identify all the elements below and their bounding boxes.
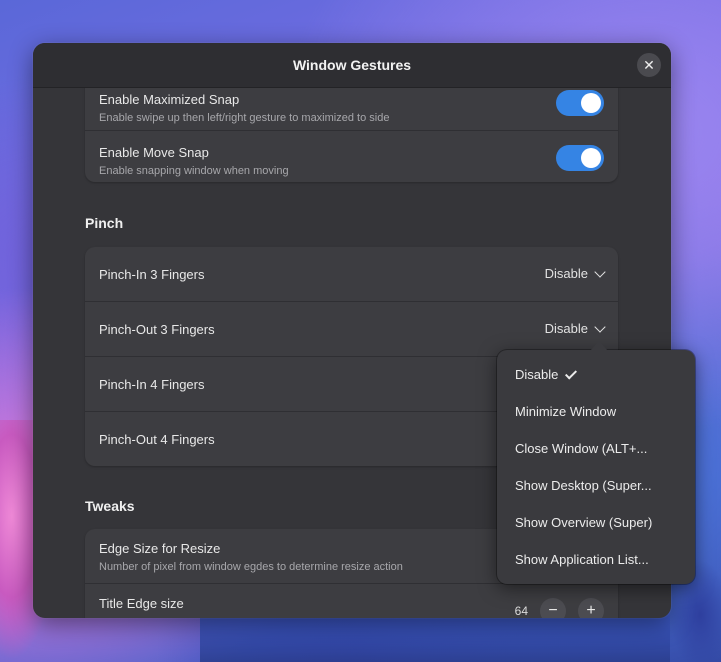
row-title: Enable Move Snap — [99, 145, 209, 160]
row-move-snap: Enable Move Snap Enable snapping window … — [85, 131, 618, 182]
dropdown-value: Disable — [544, 321, 588, 336]
close-icon: ✕ — [643, 57, 655, 73]
popover-option-close-window[interactable]: Close Window (ALT+... — [515, 441, 685, 456]
option-label: Show Application List... — [515, 552, 649, 567]
close-button[interactable]: ✕ — [637, 53, 661, 77]
row-title: Pinch-In 4 Fingers — [99, 377, 205, 392]
row-maximized-snap: Enable Maximized Snap Enable swipe up th… — [85, 88, 618, 131]
row-title: Pinch-Out 3 Fingers — [99, 322, 215, 337]
pinch-out-3-dropdown[interactable]: Disable — [544, 320, 606, 336]
decrement-button[interactable]: − — [540, 598, 566, 618]
snap-group: Enable Maximized Snap Enable swipe up th… — [85, 88, 618, 182]
window-title: Window Gestures — [292, 57, 412, 73]
action-popover: Disable Minimize Window Close Window (AL… — [497, 350, 695, 584]
row-pinch-out-3[interactable]: Pinch-Out 3 Fingers Disable — [85, 302, 618, 357]
popover-option-show-overview[interactable]: Show Overview (Super) — [515, 515, 685, 530]
maximized-snap-toggle[interactable] — [556, 90, 604, 116]
row-title: Edge Size for Resize — [99, 541, 221, 556]
plus-icon: + — [586, 602, 596, 619]
row-title-edge-size: Title Edge size 64 − + — [85, 584, 618, 618]
checkmark-icon — [565, 367, 578, 380]
increment-button[interactable]: + — [578, 598, 604, 618]
row-pinch-in-3[interactable]: Pinch-In 3 Fingers Disable — [85, 247, 618, 302]
row-subtitle: Enable swipe up then left/right gesture … — [99, 112, 390, 124]
titlebar: Window Gestures ✕ — [33, 43, 671, 88]
wallpaper-city — [200, 612, 670, 662]
row-title: Title Edge size — [99, 596, 184, 611]
popover-option-show-desktop[interactable]: Show Desktop (Super... — [515, 478, 685, 493]
dropdown-value: Disable — [544, 266, 588, 281]
spinner-value[interactable]: 64 — [515, 604, 528, 618]
popover-option-disable[interactable]: Disable — [515, 367, 685, 382]
option-label: Show Overview (Super) — [515, 515, 653, 530]
option-label: Close Window (ALT+... — [515, 441, 648, 456]
row-subtitle: Number of pixel from window egdes to det… — [99, 561, 403, 573]
pinch-in-3-dropdown[interactable]: Disable — [544, 265, 606, 281]
popover-option-minimize[interactable]: Minimize Window — [515, 404, 685, 419]
popover-option-show-app-list[interactable]: Show Application List... — [515, 552, 685, 567]
option-label: Show Desktop (Super... — [515, 478, 652, 493]
move-snap-toggle[interactable] — [556, 145, 604, 171]
row-subtitle: Enable snapping window when moving — [99, 165, 289, 177]
section-heading-pinch: Pinch — [85, 215, 124, 231]
option-label: Disable — [515, 367, 559, 382]
section-heading-tweaks: Tweaks — [85, 498, 135, 514]
row-title: Enable Maximized Snap — [99, 92, 240, 107]
row-title: Pinch-In 3 Fingers — [99, 267, 205, 282]
popover-arrow — [590, 341, 608, 351]
toggle-knob — [581, 93, 601, 113]
title-edge-spinner[interactable]: 64 − + — [515, 598, 604, 618]
minus-icon: − — [548, 602, 558, 619]
chevron-down-icon — [594, 265, 606, 278]
chevron-down-icon — [594, 320, 606, 333]
option-label: Minimize Window — [515, 404, 617, 419]
toggle-knob — [581, 148, 601, 168]
row-title: Pinch-Out 4 Fingers — [99, 432, 215, 447]
